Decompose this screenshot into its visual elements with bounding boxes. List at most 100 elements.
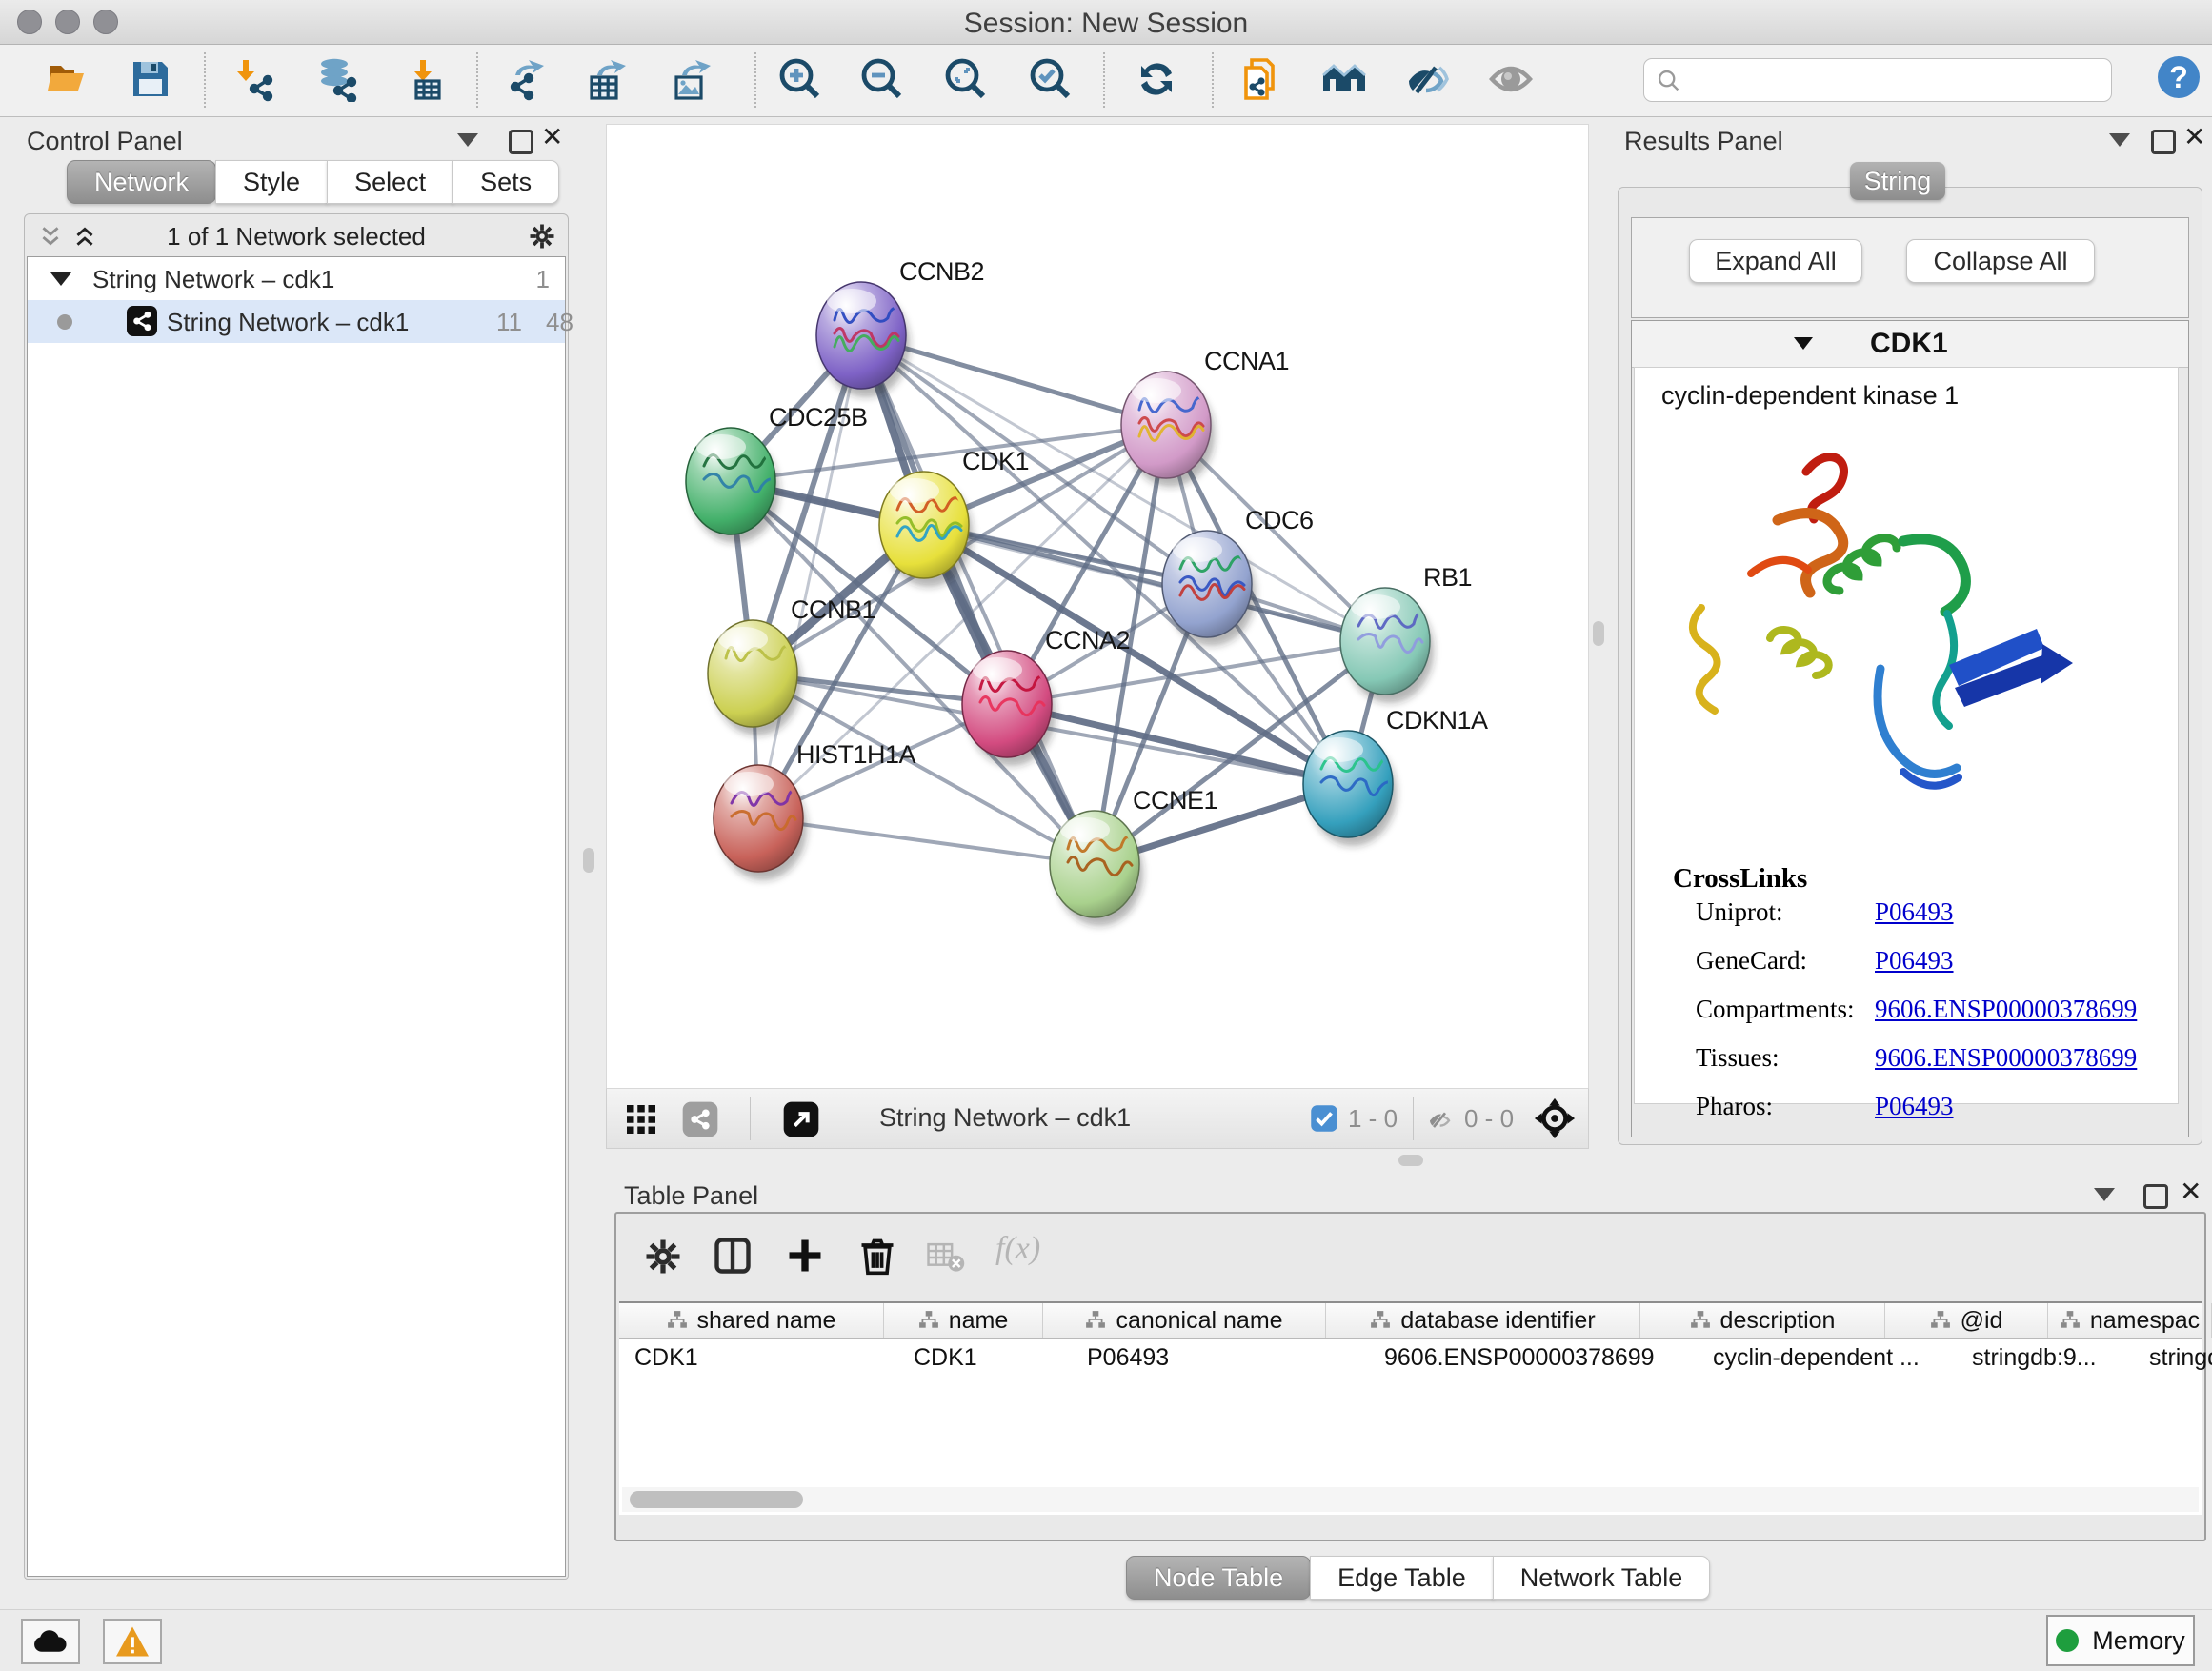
tab-edge-table[interactable]: Edge Table — [1310, 1556, 1494, 1600]
results-buttons-card: Expand All Collapse All — [1631, 217, 2189, 318]
control-panel-collapse-icon[interactable] — [457, 133, 478, 151]
left-splitter-handle[interactable] — [583, 848, 594, 873]
crosslink-value-link[interactable]: 9606.ENSP00000378699 — [1875, 1043, 2137, 1073]
export-network-icon[interactable] — [502, 56, 548, 102]
network-row[interactable]: String Network – cdk1 11 48 — [28, 300, 565, 343]
scrollbar-thumb[interactable] — [630, 1491, 803, 1508]
zoom-fit-icon[interactable] — [943, 56, 989, 102]
import-network-icon[interactable] — [235, 56, 281, 102]
column-header-namespac[interactable]: namespac — [2048, 1303, 2212, 1338]
memory-button[interactable]: Memory — [2046, 1615, 2195, 1666]
table-panel-float-icon[interactable] — [2143, 1184, 2168, 1214]
node-CCNB2[interactable] — [816, 282, 910, 397]
zoom-in-icon[interactable] — [777, 56, 823, 102]
node-CDKN1A[interactable] — [1303, 731, 1397, 846]
expand-all-button[interactable]: Expand All — [1689, 239, 1862, 283]
save-session-icon[interactable] — [128, 56, 173, 102]
cloud-button[interactable] — [21, 1619, 80, 1664]
cell-namespac[interactable]: stringdb — [2134, 1339, 2212, 1377]
results-panel-close-icon[interactable]: ✕ — [2183, 128, 2205, 147]
trash-icon[interactable] — [856, 1235, 898, 1277]
edge-CCNB2-CCNE1[interactable] — [861, 335, 1095, 864]
protein-collapse-icon[interactable] — [1794, 337, 1813, 350]
tab-sets[interactable]: Sets — [452, 160, 559, 204]
houses-icon[interactable] — [1321, 56, 1367, 102]
cell--id[interactable]: stringdb:9... — [1957, 1339, 2134, 1377]
column-header-canonical-name[interactable]: canonical name — [1043, 1303, 1326, 1338]
add-icon[interactable] — [784, 1235, 826, 1277]
open-external-icon[interactable] — [782, 1100, 820, 1138]
import-database-icon[interactable] — [315, 56, 361, 102]
hide-selected-icon[interactable] — [1405, 56, 1451, 102]
zoom-out-icon[interactable] — [859, 56, 905, 102]
table-panel-close-icon[interactable]: ✕ — [2180, 1182, 2202, 1201]
tab-style[interactable]: Style — [215, 160, 328, 204]
column-header-shared-name[interactable]: shared name — [619, 1303, 884, 1338]
crosslink-value-link[interactable]: 9606.ENSP00000378699 — [1875, 995, 2137, 1024]
network-collection-row[interactable]: String Network – cdk1 1 — [28, 257, 565, 300]
cell-name[interactable]: CDK1 — [898, 1339, 1072, 1377]
zoom-selected-icon[interactable] — [1028, 56, 1074, 102]
node-CCNA2[interactable] — [962, 651, 1056, 766]
cell-database-identifier[interactable]: 9606.ENSP00000378699 — [1369, 1339, 1698, 1377]
warning-button[interactable] — [103, 1619, 162, 1664]
crosslink-value-link[interactable]: P06493 — [1875, 1092, 1954, 1121]
export-image-icon[interactable] — [669, 56, 714, 102]
table-panel-collapse-icon[interactable] — [2094, 1188, 2115, 1206]
cell-canonical-name[interactable]: P06493 — [1072, 1339, 1369, 1377]
crosslink-value-link[interactable]: P06493 — [1875, 897, 1954, 927]
refresh-icon[interactable] — [1134, 56, 1179, 102]
edge-HIST1H1A-CCNE1[interactable] — [758, 818, 1095, 864]
show-hidden-icon[interactable] — [1488, 56, 1534, 102]
tab-select[interactable]: Select — [327, 160, 453, 204]
cell-description[interactable]: cyclin-dependent ... — [1698, 1339, 1957, 1377]
column-header-name[interactable]: name — [884, 1303, 1043, 1338]
delete-table-icon[interactable] — [927, 1242, 965, 1273]
protein-card-header[interactable]: CDK1 — [1632, 321, 2188, 368]
gear-icon[interactable] — [528, 222, 556, 251]
export-table-icon[interactable] — [584, 56, 630, 102]
collection-expand-icon[interactable] — [50, 272, 71, 286]
column-header-description[interactable]: description — [1640, 1303, 1885, 1338]
import-table-icon[interactable] — [403, 56, 449, 102]
bottom-splitter-handle[interactable] — [1398, 1155, 1423, 1166]
node-CDC6[interactable] — [1162, 531, 1256, 646]
selected-checkbox[interactable] — [1310, 1104, 1338, 1133]
node-CCNB1[interactable] — [708, 620, 801, 735]
table-row[interactable]: CDK1CDK1P064939606.ENSP00000378699cyclin… — [619, 1339, 2202, 1377]
tab-node-table[interactable]: Node Table — [1126, 1556, 1311, 1600]
tab-network[interactable]: Network — [67, 160, 216, 204]
node-CCNE1[interactable] — [1050, 811, 1143, 926]
table-horizontal-scrollbar[interactable] — [622, 1487, 2199, 1512]
cell-shared-name[interactable]: CDK1 — [619, 1339, 898, 1377]
network-canvas[interactable]: CCNB2CCNA1CDC25BCDK1CDC6RB1CCNB1CCNA2CDK… — [606, 124, 1589, 1090]
search-field[interactable] — [1643, 58, 2112, 102]
results-panel-collapse-icon[interactable] — [2109, 133, 2130, 151]
crosslink-value-link[interactable]: P06493 — [1875, 946, 1954, 976]
control-panel-float-icon[interactable] — [509, 130, 533, 159]
share-view-icon[interactable] — [681, 1100, 719, 1138]
column-header--id[interactable]: @id — [1885, 1303, 2048, 1338]
results-panel-float-icon[interactable] — [2151, 130, 2176, 159]
right-splitter-handle[interactable] — [1593, 621, 1604, 646]
column-header-database-identifier[interactable]: database identifier — [1326, 1303, 1640, 1338]
collapse-all-button[interactable]: Collapse All — [1906, 239, 2095, 283]
open-session-icon[interactable] — [44, 56, 90, 102]
tab-network-table[interactable]: Network Table — [1493, 1556, 1711, 1600]
help-icon[interactable]: ? — [2156, 54, 2202, 100]
node-HIST1H1A[interactable] — [714, 765, 807, 880]
gear-icon[interactable] — [643, 1237, 683, 1277]
application-window: Session: New Session — [0, 0, 2212, 1671]
node-RB1[interactable] — [1340, 588, 1434, 703]
node-CCNA1[interactable] — [1121, 372, 1215, 487]
node-CDK1[interactable] — [879, 472, 973, 587]
function-icon[interactable]: f(x) — [995, 1231, 1040, 1267]
duplicate-network-icon[interactable] — [1237, 56, 1282, 102]
birdseye-icon[interactable] — [1533, 1097, 1577, 1140]
columns-icon[interactable] — [712, 1235, 754, 1277]
control-panel-close-icon[interactable]: ✕ — [541, 128, 563, 147]
grid-view-icon[interactable] — [624, 1102, 658, 1137]
tab-string[interactable]: String — [1850, 162, 1945, 200]
edge-CCNA2-CDKN1A[interactable] — [1007, 704, 1348, 784]
search-input[interactable] — [1686, 63, 2100, 97]
